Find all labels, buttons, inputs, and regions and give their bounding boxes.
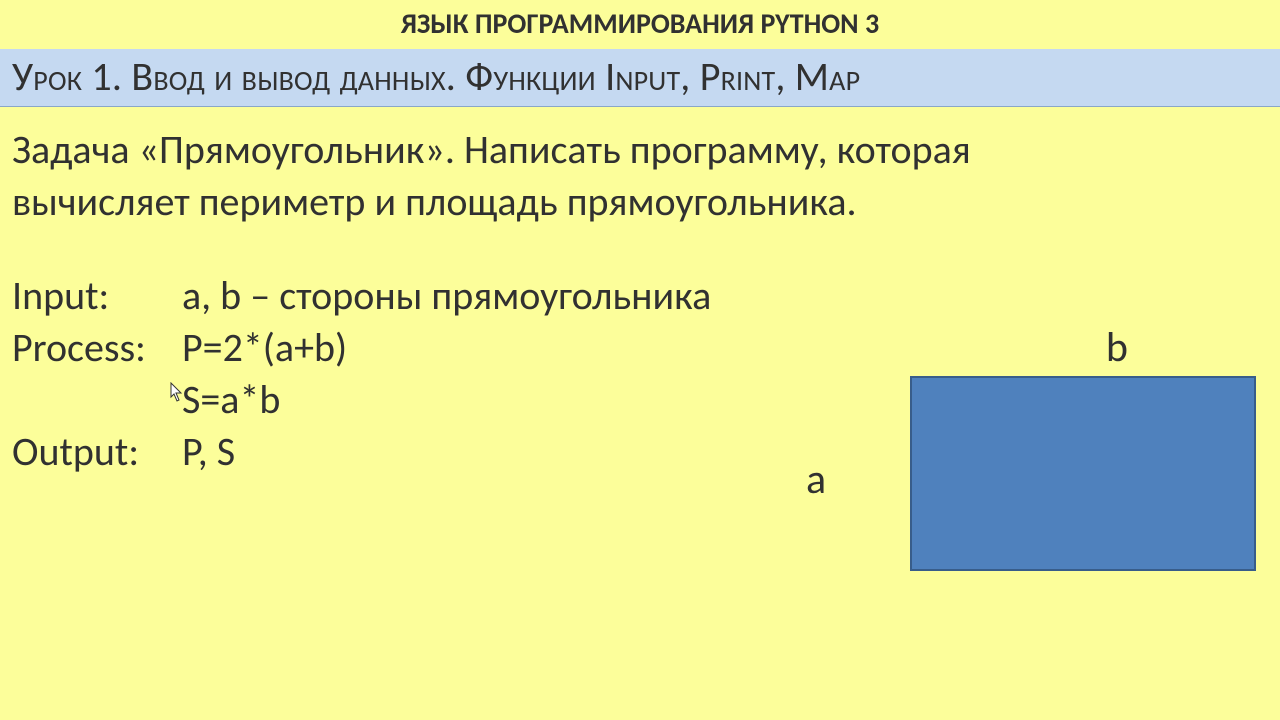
rectangle-diagram: b a <box>856 374 1258 600</box>
task-line-2: вычисляет периметр и площадь прямоугольн… <box>12 176 1262 228</box>
spec-process-value: P=2*(a+b) <box>182 322 347 374</box>
lesson-title: Урок 1. Ввод и вывод данных. Функции Inp… <box>12 52 860 101</box>
task-line-1: Задача «Прямоугольник». Написать програм… <box>12 124 1262 176</box>
spec-process-label-empty <box>12 374 182 426</box>
spec-process-value-2-text: S=a*b <box>182 375 280 424</box>
spec-process-value-2: S=a*b <box>182 374 280 426</box>
diagram-label-b: b <box>1106 322 1128 373</box>
spec-output-value: P, S <box>182 426 235 478</box>
rectangle-shape <box>910 376 1256 571</box>
spec-process-label: Process: <box>12 322 182 374</box>
slide-root: ЯЗЫК ПРОГРАММИРОВАНИЯ PYTHON 3 Урок 1. В… <box>0 0 1280 720</box>
spec-input-label: Input: <box>12 270 182 322</box>
spec-output-label: Output: <box>12 426 182 478</box>
lesson-title-bar: Урок 1. Ввод и вывод данных. Функции Inp… <box>0 49 1280 107</box>
diagram-label-a: a <box>806 454 826 505</box>
spec-input-value: a, b – стороны прямоугольника <box>182 270 711 322</box>
slide-header: ЯЗЫК ПРОГРАММИРОВАНИЯ PYTHON 3 Урок 1. В… <box>0 0 1280 107</box>
spec-input-row: Input: a, b – стороны прямоугольника <box>12 270 1262 322</box>
spec-process-row: Process: P=2*(a+b) <box>12 322 1262 374</box>
course-title: ЯЗЫК ПРОГРАММИРОВАНИЯ PYTHON 3 <box>0 6 1280 41</box>
